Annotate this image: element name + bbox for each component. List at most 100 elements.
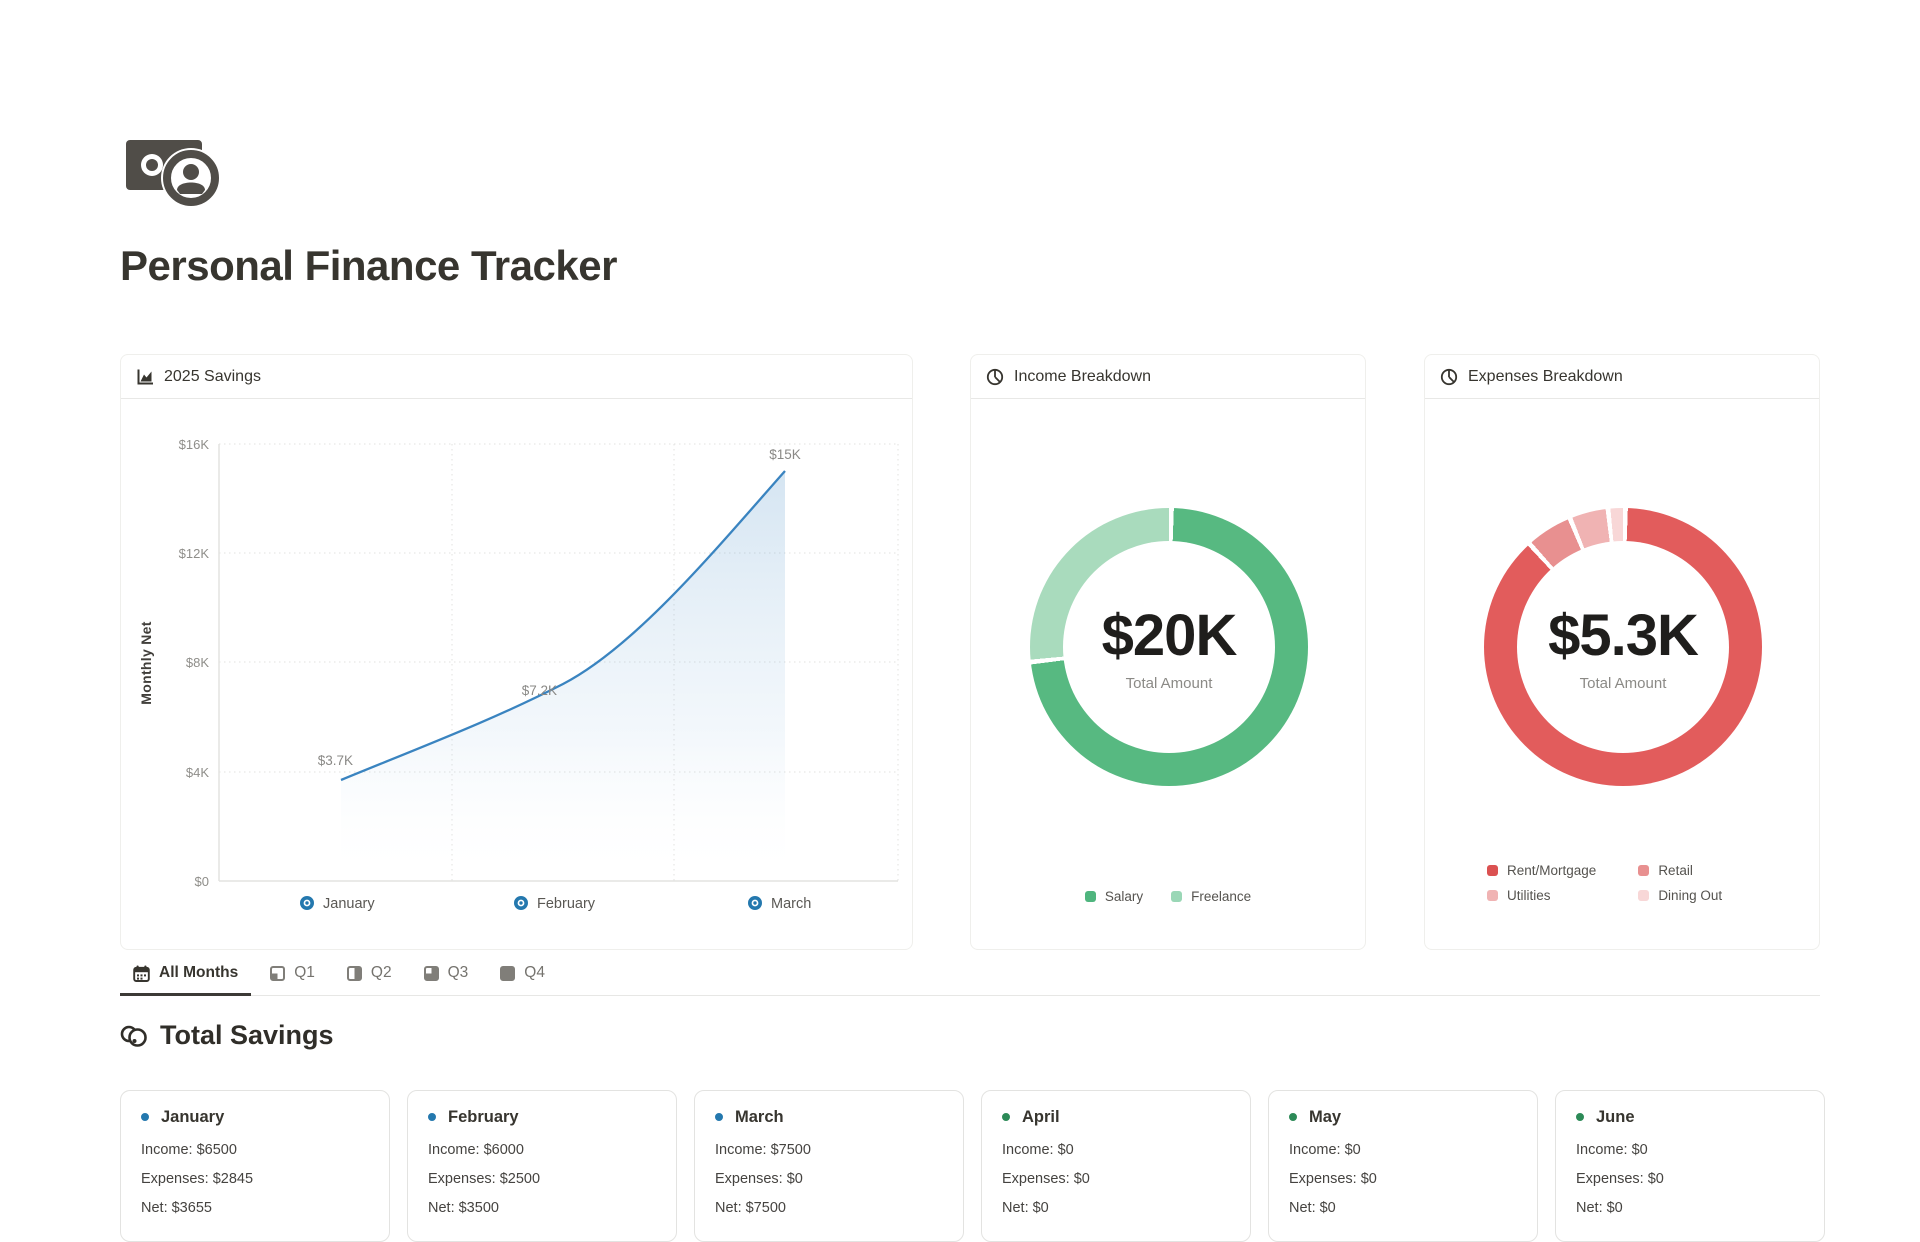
- tab-q2[interactable]: Q2: [334, 956, 405, 996]
- savings-area-chart: $3.7K $7.2K $15K $16K $12K $8K $4K $0 Mo…: [121, 399, 912, 949]
- pie-chart-icon: [1440, 368, 1458, 386]
- quarter-3-icon: [424, 966, 439, 981]
- expenses-line: Expenses: $0: [715, 1171, 943, 1187]
- point-label-february: $7.2K: [522, 683, 557, 698]
- expenses-line: Expenses: $2845: [141, 1171, 369, 1187]
- income-line: Income: $7500: [715, 1142, 943, 1158]
- month-name: March: [735, 1108, 784, 1127]
- total-savings-title: Total Savings: [160, 1020, 334, 1051]
- total-savings-heading: Total Savings: [120, 1020, 334, 1051]
- quarter-4-icon: [500, 966, 515, 981]
- x-axis-march: March: [750, 896, 811, 912]
- income-line: Income: $6000: [428, 1142, 656, 1158]
- february-marker-icon: [428, 1113, 436, 1121]
- income-card-header: Income Breakdown: [971, 355, 1365, 399]
- may-marker-icon: [1289, 1113, 1297, 1121]
- income-legend: Salary Freelance: [971, 889, 1365, 904]
- tab-q3[interactable]: Q3: [411, 956, 482, 996]
- expenses-line: Expenses: $2500: [428, 1171, 656, 1187]
- calendar-icon: [133, 965, 150, 982]
- quarter-2-icon: [347, 966, 362, 981]
- x-tick-february: February: [537, 896, 596, 912]
- month-name: April: [1022, 1108, 1060, 1127]
- legend-item-rent[interactable]: Rent/Mortgage: [1487, 863, 1596, 878]
- income-total-value: $20K: [1102, 602, 1237, 669]
- point-label-march: $15K: [769, 447, 801, 462]
- y-tick-12k: $12K: [179, 546, 210, 561]
- tab-q4[interactable]: Q4: [487, 956, 558, 996]
- savings-card-title: 2025 Savings: [164, 368, 261, 386]
- month-card-april[interactable]: April Income: $0 Expenses: $0 Net: $0: [981, 1090, 1251, 1242]
- january-marker-icon: [141, 1113, 149, 1121]
- income-card-title: Income Breakdown: [1014, 368, 1151, 386]
- income-total-label: Total Amount: [1126, 675, 1213, 692]
- legend-item-dining-out[interactable]: Dining Out: [1638, 888, 1722, 903]
- pie-chart-icon: [986, 368, 1004, 386]
- y-axis-label: Monthly Net: [138, 621, 154, 704]
- tab-all-months-label: All Months: [159, 964, 238, 982]
- tab-all-months[interactable]: All Months: [120, 956, 251, 996]
- dining-out-swatch: [1638, 890, 1649, 901]
- x-axis-february: February: [516, 896, 596, 912]
- coins-icon: [120, 1024, 148, 1048]
- legend-item-freelance[interactable]: Freelance: [1171, 889, 1251, 904]
- legend-item-utilities[interactable]: Utilities: [1487, 888, 1596, 903]
- expenses-total-value: $5.3K: [1548, 602, 1698, 669]
- expenses-line: Expenses: $0: [1576, 1171, 1804, 1187]
- income-breakdown-card: Income Breakdown $20K Total Amount Salar…: [970, 354, 1366, 950]
- month-card-january[interactable]: January Income: $6500 Expenses: $2845 Ne…: [120, 1090, 390, 1242]
- income-line: Income: $6500: [141, 1142, 369, 1158]
- page-title: Personal Finance Tracker: [120, 242, 617, 290]
- tab-q3-label: Q3: [448, 964, 469, 982]
- income-line: Income: $0: [1002, 1142, 1230, 1158]
- savings-area-fill: [341, 471, 785, 881]
- month-name: May: [1309, 1108, 1341, 1127]
- tab-q1[interactable]: Q1: [257, 956, 328, 996]
- month-card-february[interactable]: February Income: $6000 Expenses: $2500 N…: [407, 1090, 677, 1242]
- net-line: Net: $0: [1576, 1200, 1804, 1216]
- income-line: Income: $0: [1289, 1142, 1517, 1158]
- x-tick-march: March: [771, 896, 811, 912]
- legend-item-salary[interactable]: Salary: [1085, 889, 1143, 904]
- y-tick-4k: $4K: [186, 765, 209, 780]
- y-tick-8k: $8K: [186, 655, 209, 670]
- expenses-legend: Rent/Mortgage Retail Utilities Dining Ou…: [1487, 863, 1722, 903]
- legend-item-retail[interactable]: Retail: [1638, 863, 1722, 878]
- banknote-coin-icon: [124, 138, 228, 208]
- y-tick-16k: $16K: [179, 437, 210, 452]
- y-tick-0: $0: [195, 874, 209, 889]
- quarter-tabs: All Months Q1 Q2 Q3 Q4: [120, 956, 1820, 996]
- tab-q2-label: Q2: [371, 964, 392, 982]
- freelance-swatch: [1171, 891, 1182, 902]
- tab-q4-label: Q4: [524, 964, 545, 982]
- month-card-may[interactable]: May Income: $0 Expenses: $0 Net: $0: [1268, 1090, 1538, 1242]
- expenses-card-header: Expenses Breakdown: [1425, 355, 1819, 399]
- income-donut-chart: $20K Total Amount: [1030, 508, 1308, 786]
- june-marker-icon: [1576, 1113, 1584, 1121]
- quarter-1-icon: [270, 966, 285, 981]
- tab-q1-label: Q1: [294, 964, 315, 982]
- monthly-cards-grid: January Income: $6500 Expenses: $2845 Ne…: [120, 1090, 1825, 1242]
- march-marker-icon: [715, 1113, 723, 1121]
- month-name: June: [1596, 1108, 1635, 1127]
- expenses-line: Expenses: $0: [1002, 1171, 1230, 1187]
- month-name: January: [161, 1108, 224, 1127]
- expenses-donut-chart: $5.3K Total Amount: [1484, 508, 1762, 786]
- april-marker-icon: [1002, 1113, 1010, 1121]
- net-line: Net: $0: [1289, 1200, 1517, 1216]
- month-card-june[interactable]: June Income: $0 Expenses: $0 Net: $0: [1555, 1090, 1825, 1242]
- x-axis-january: January: [302, 896, 376, 912]
- month-card-march[interactable]: March Income: $7500 Expenses: $0 Net: $7…: [694, 1090, 964, 1242]
- expenses-breakdown-card: Expenses Breakdown $5.3K Total Amount Re…: [1424, 354, 1820, 950]
- utilities-swatch: [1487, 890, 1498, 901]
- month-name: February: [448, 1108, 519, 1127]
- net-line: Net: $7500: [715, 1200, 943, 1216]
- rent-swatch: [1487, 865, 1498, 876]
- area-chart-icon: [136, 368, 154, 386]
- salary-swatch: [1085, 891, 1096, 902]
- expenses-card-title: Expenses Breakdown: [1468, 368, 1623, 386]
- net-line: Net: $3500: [428, 1200, 656, 1216]
- income-line: Income: $0: [1576, 1142, 1804, 1158]
- retail-swatch: [1638, 865, 1649, 876]
- point-label-january: $3.7K: [318, 753, 353, 768]
